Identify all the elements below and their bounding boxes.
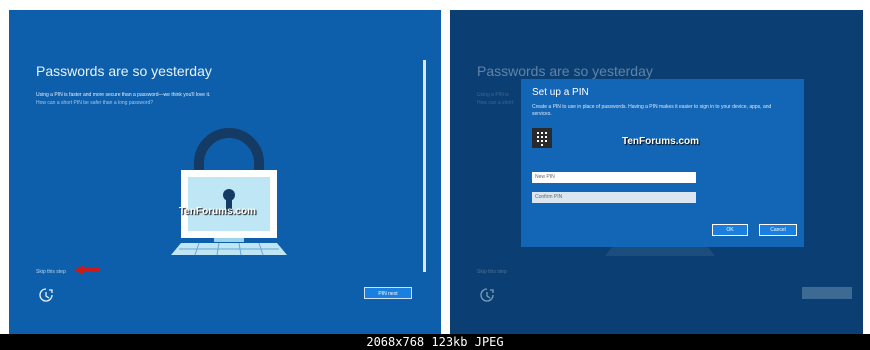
page-title-dimmed: Passwords are so yesterday [477, 63, 653, 79]
keypad-icon [532, 128, 552, 148]
dialog-description: Create a PIN to use in place of password… [532, 104, 772, 117]
scrollbar[interactable] [423, 60, 426, 272]
dialog-title: Set up a PIN [532, 87, 589, 98]
confirm-pin-field[interactable]: Confirm PIN [532, 192, 696, 203]
pin-intro-text-dimmed: Using a PIN is [477, 92, 509, 98]
skip-this-step-link[interactable]: Skip this step [36, 269, 66, 275]
image-info-bar: 2068x768 123kb JPEG [0, 334, 870, 350]
watermark: TenForums.com [622, 136, 700, 147]
pin-next-button-dimmed [802, 287, 852, 299]
right-screen: Passwords are so yesterday Using a PIN i… [450, 10, 863, 334]
ok-button[interactable]: OK [712, 224, 748, 236]
set-up-pin-dialog: Set up a PIN Create a PIN to use in plac… [521, 79, 804, 247]
new-pin-field[interactable]: New PIN [532, 172, 696, 183]
ease-of-access-icon[interactable] [38, 287, 54, 303]
pin-intro-text: Using a PIN is faster and more secure th… [36, 92, 211, 98]
lock-computer-illustration [171, 128, 287, 256]
pin-safer-link[interactable]: How can a short PIN be safer than a long… [36, 100, 153, 106]
page-title: Passwords are so yesterday [36, 63, 212, 79]
skip-this-step-link-dimmed: Skip this step [477, 269, 507, 275]
pin-safer-link-dimmed: How can a short [477, 100, 514, 106]
pin-next-button[interactable]: PIN next [364, 287, 412, 299]
ease-of-access-icon[interactable] [479, 287, 495, 303]
computer-illustration-dimmed [605, 246, 715, 256]
watermark: TenForums.com [179, 206, 257, 217]
red-arrow [74, 265, 100, 275]
cancel-button[interactable]: Cancel [759, 224, 797, 236]
left-screen: Passwords are so yesterday Using a PIN i… [9, 10, 441, 334]
